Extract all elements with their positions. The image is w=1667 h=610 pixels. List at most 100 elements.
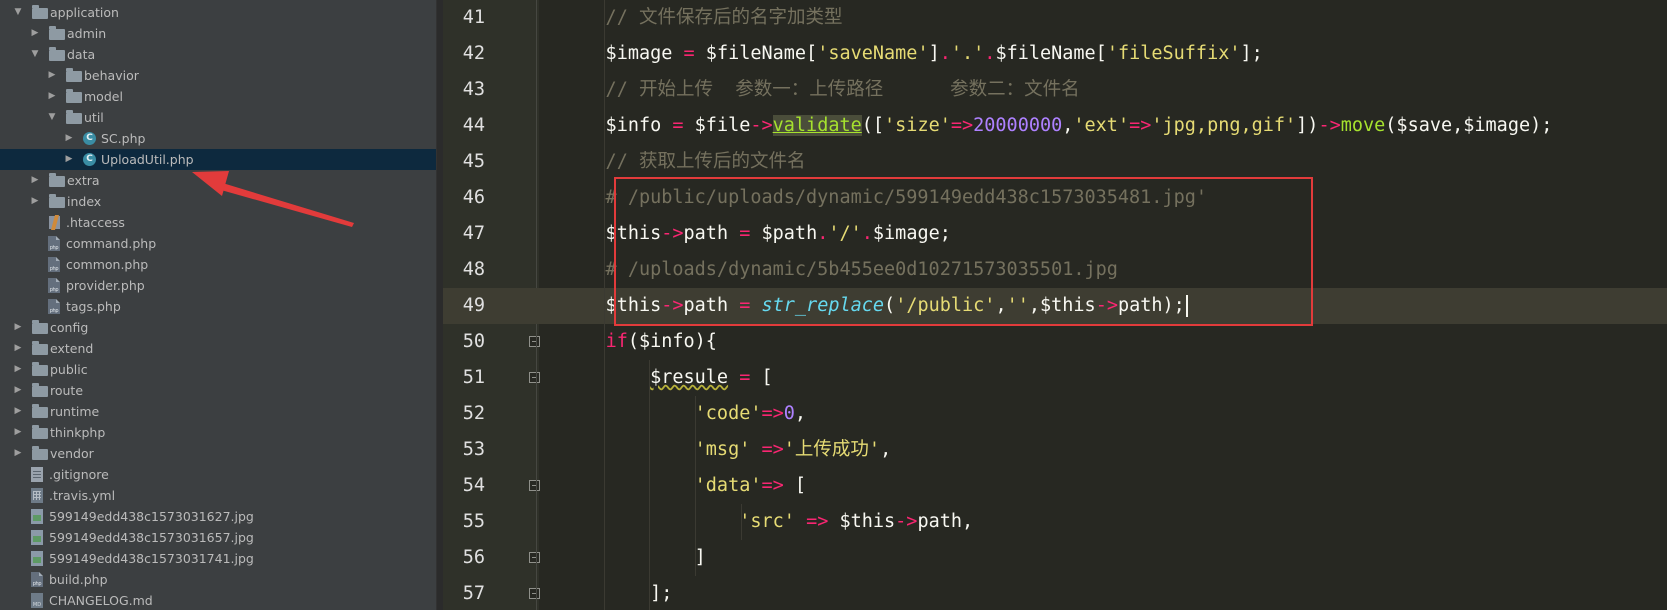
folder-icon (32, 425, 48, 439)
tree-item[interactable]: .gitignore (0, 464, 436, 485)
line-number: 43 (462, 79, 485, 100)
tree-item[interactable]: php common.php (0, 254, 436, 275)
code-text: ] (561, 540, 706, 576)
tree-expand-arrow-icon[interactable]: ▶ (46, 65, 58, 86)
htaccess-file-icon (48, 215, 61, 230)
tree-expand-arrow-icon[interactable]: ▶ (12, 380, 24, 401)
tree-item[interactable]: ▶ model (0, 86, 436, 107)
line-number: 52 (462, 403, 485, 424)
code-line[interactable]: 51 $resule = [ (443, 360, 1667, 396)
code-token: $fileName[ (995, 43, 1107, 64)
tree-item-label: provider.php (66, 278, 145, 293)
tree-item[interactable]: ▼ application (0, 2, 436, 23)
tree-item[interactable]: ▶ C UploadUtil.php (0, 149, 436, 170)
tree-expand-arrow-icon[interactable]: ▶ (12, 359, 24, 380)
indent-guide (604, 0, 605, 610)
tree-item[interactable]: .htaccess (0, 212, 436, 233)
code-line[interactable]: 44 $info = $file->validate(['size'=>2000… (443, 108, 1667, 144)
code-line[interactable]: 54 'data'=> [ (443, 468, 1667, 504)
tree-item[interactable]: ▼ util (0, 107, 436, 128)
tree-item-label: util (84, 110, 104, 125)
tree-item-label: extra (67, 173, 100, 188)
tree-expand-arrow-icon[interactable]: ▶ (46, 86, 58, 107)
php-file-icon: php (48, 236, 60, 251)
tree-expand-arrow-icon[interactable]: ▶ (12, 401, 24, 422)
tree-item[interactable]: 599149edd438c1573031627.jpg (0, 506, 436, 527)
php-class-icon: C (83, 153, 96, 166)
code-token: , (794, 403, 807, 424)
tree-item[interactable]: php command.php (0, 233, 436, 254)
code-token: = (683, 43, 695, 64)
tree-item-label: public (50, 362, 88, 377)
folder-icon (32, 341, 48, 355)
tree-item[interactable]: ▶ vendor (0, 443, 436, 464)
tree-expand-arrow-icon[interactable]: ▶ (63, 128, 75, 149)
tree-item[interactable]: ▶ C SC.php (0, 128, 436, 149)
tree-item[interactable]: php provider.php (0, 275, 436, 296)
tree-item-label: extend (50, 341, 94, 356)
tree-item[interactable]: ▶ extend (0, 338, 436, 359)
tree-item[interactable]: ▶ behavior (0, 65, 436, 86)
tree-item-label: 599149edd438c1573031627.jpg (49, 509, 254, 524)
code-token: ]; (1240, 43, 1263, 64)
tree-item[interactable]: ▼ data (0, 44, 436, 65)
indent-guide (741, 504, 742, 540)
code-text: // 开始上传 参数一：上传路径 参数二：文件名 (561, 72, 1080, 108)
tree-item[interactable]: ▶ public (0, 359, 436, 380)
code-line[interactable]: 45 // 获取上传后的文件名 (443, 144, 1667, 180)
code-token: '.' (950, 43, 985, 64)
code-token: ]) (1296, 115, 1319, 136)
code-line[interactable]: 43 // 开始上传 参数一：上传路径 参数二：文件名 (443, 72, 1667, 108)
code-line[interactable]: 41 // 文件保存后的名字加类型 (443, 0, 1667, 36)
tree-item[interactable]: 599149edd438c1573031657.jpg (0, 527, 436, 548)
tree-expand-arrow-icon[interactable]: ▶ (29, 191, 41, 212)
tree-item-label: .htaccess (66, 215, 125, 230)
tree-item[interactable]: ▶ admin (0, 23, 436, 44)
code-token: => (806, 511, 829, 532)
tree-expand-arrow-icon[interactable]: ▶ (12, 338, 24, 359)
tree-item[interactable]: php build.php (0, 569, 436, 590)
line-number: 56 (462, 547, 485, 568)
tree-collapse-arrow-icon[interactable]: ▼ (29, 44, 41, 65)
code-line[interactable]: 52 'code'=>0, (443, 396, 1667, 432)
tree-item[interactable]: .travis.yml (0, 485, 436, 506)
folder-icon (66, 89, 82, 103)
tree-collapse-arrow-icon[interactable]: ▼ (12, 2, 24, 23)
code-token: => (950, 115, 974, 136)
code-line[interactable]: 55 'src' => $this->path, (443, 504, 1667, 540)
code-token: => (761, 475, 784, 496)
code-token: 'size' (884, 115, 951, 136)
code-line[interactable]: 50 if($info){ (443, 324, 1667, 360)
tree-expand-arrow-icon[interactable]: ▶ (29, 170, 41, 191)
code-token: 'code' (694, 403, 762, 424)
panel-splitter[interactable] (436, 0, 443, 610)
tree-item-label: vendor (50, 446, 94, 461)
tree-item-label: thinkphp (50, 425, 106, 440)
code-line[interactable]: 56 ] (443, 540, 1667, 576)
code-token: 'data' (694, 475, 762, 496)
tree-expand-arrow-icon[interactable]: ▶ (63, 149, 75, 170)
tree-item[interactable]: ▶ config (0, 317, 436, 338)
tree-item[interactable]: 599149edd438c1573031741.jpg (0, 548, 436, 569)
tree-expand-arrow-icon[interactable]: ▶ (29, 23, 41, 44)
tree-item[interactable]: ▶ thinkphp (0, 422, 436, 443)
code-line[interactable]: 53 'msg' =>'上传成功', (443, 432, 1667, 468)
tree-item[interactable]: ▶ index (0, 191, 436, 212)
code-line[interactable]: 42 $image = $fileName['saveName'].'.'.$f… (443, 36, 1667, 72)
tree-item[interactable]: ▶ runtime (0, 401, 436, 422)
code-token: // 获取上传后的文件名 (561, 151, 806, 172)
code-token: $image (561, 43, 684, 64)
tree-expand-arrow-icon[interactable]: ▶ (12, 422, 24, 443)
tree-collapse-arrow-icon[interactable]: ▼ (46, 107, 58, 128)
code-token: 'fileSuffix' (1106, 43, 1241, 64)
tree-expand-arrow-icon[interactable]: ▶ (12, 443, 24, 464)
tree-item[interactable]: ▶ extra (0, 170, 436, 191)
tree-item[interactable]: MD CHANGELOG.md (0, 590, 436, 610)
folder-icon (49, 173, 65, 187)
tree-item[interactable]: php tags.php (0, 296, 436, 317)
tree-item[interactable]: ▶ route (0, 380, 436, 401)
code-line[interactable]: 57 ]; (443, 576, 1667, 610)
line-number: 57 (462, 583, 485, 604)
tree-expand-arrow-icon[interactable]: ▶ (12, 317, 24, 338)
